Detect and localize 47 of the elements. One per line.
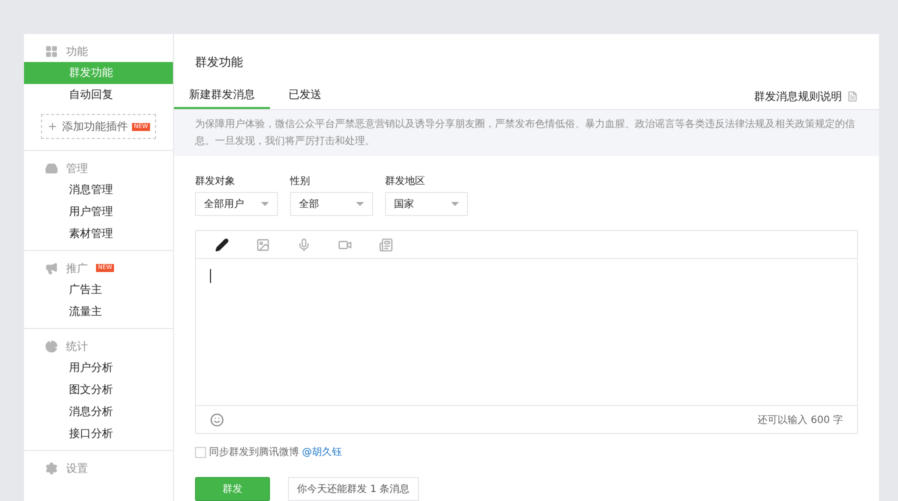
sidebar-item[interactable]: 广告主 bbox=[24, 279, 173, 301]
sidebar-item[interactable]: 接口分析 bbox=[24, 423, 173, 445]
dropdown[interactable]: 全部用户 bbox=[195, 192, 278, 216]
caret-icon bbox=[261, 202, 269, 206]
sidebar-item[interactable]: 素材管理 bbox=[24, 223, 173, 245]
document-icon bbox=[847, 90, 858, 102]
sidebar-item[interactable]: 消息分析 bbox=[24, 401, 173, 423]
add-plugin-label: 添加功能插件 bbox=[62, 119, 128, 134]
image-icon[interactable] bbox=[256, 238, 270, 252]
sidebar-item[interactable]: 用户分析 bbox=[24, 357, 173, 379]
sidebar-item[interactable]: 图文分析 bbox=[24, 379, 173, 401]
microphone-icon[interactable] bbox=[297, 238, 311, 252]
account-link[interactable]: @胡久钰 bbox=[302, 445, 342, 459]
section-icon bbox=[45, 44, 58, 58]
filter-label: 群发对象 bbox=[195, 174, 236, 188]
dropdown[interactable]: 国家 bbox=[385, 192, 468, 216]
char-counter: 还可以输入 600 字 bbox=[758, 414, 843, 426]
section-title: 统计 bbox=[66, 338, 88, 354]
sidebar-item[interactable]: 消息管理 bbox=[24, 179, 173, 201]
rules-link[interactable]: 群发消息规则说明 bbox=[754, 88, 858, 104]
filter-label: 性别 bbox=[290, 174, 311, 188]
section-title: 推广 bbox=[66, 260, 88, 276]
caret-icon bbox=[451, 202, 459, 206]
tab[interactable]: 已发送 bbox=[270, 83, 340, 109]
sync-label: 同步群发到腾讯微博 bbox=[209, 446, 299, 459]
pencil-icon[interactable] bbox=[215, 238, 229, 252]
section-title: 管理 bbox=[66, 160, 88, 176]
section-icon bbox=[45, 340, 58, 352]
plus-icon bbox=[46, 121, 58, 132]
article-icon[interactable] bbox=[379, 238, 393, 252]
dropdown[interactable]: 全部 bbox=[290, 192, 373, 216]
notice-text: 为保障用户体验，微信公众平台严禁恶意营销以及诱导分享朋友圈，严禁发布色情低俗、暴力血腥、政治谣言等各类违反法律法规及相关政策规定的信息。一旦发现，我们将严厉打击和处理。 bbox=[174, 110, 879, 156]
text-cursor bbox=[210, 269, 211, 283]
quota-tip: 你今天还能群发 1 条消息 bbox=[288, 477, 419, 501]
checkbox[interactable] bbox=[195, 446, 206, 458]
page-title: 群发功能 bbox=[194, 54, 244, 71]
emoji-icon[interactable] bbox=[210, 412, 224, 426]
section-icon bbox=[45, 162, 58, 174]
caret-icon bbox=[356, 202, 364, 206]
section-icon bbox=[45, 262, 58, 274]
section-icon bbox=[45, 462, 58, 474]
filter-label: 群发地区 bbox=[385, 174, 426, 188]
section-title: 功能 bbox=[66, 44, 88, 58]
sidebar-item[interactable]: 自动回复 bbox=[24, 84, 173, 106]
sidebar-item[interactable]: 用户管理 bbox=[24, 201, 173, 223]
section-title: 设置 bbox=[66, 460, 88, 476]
sidebar-item[interactable]: 流量主 bbox=[24, 301, 173, 323]
